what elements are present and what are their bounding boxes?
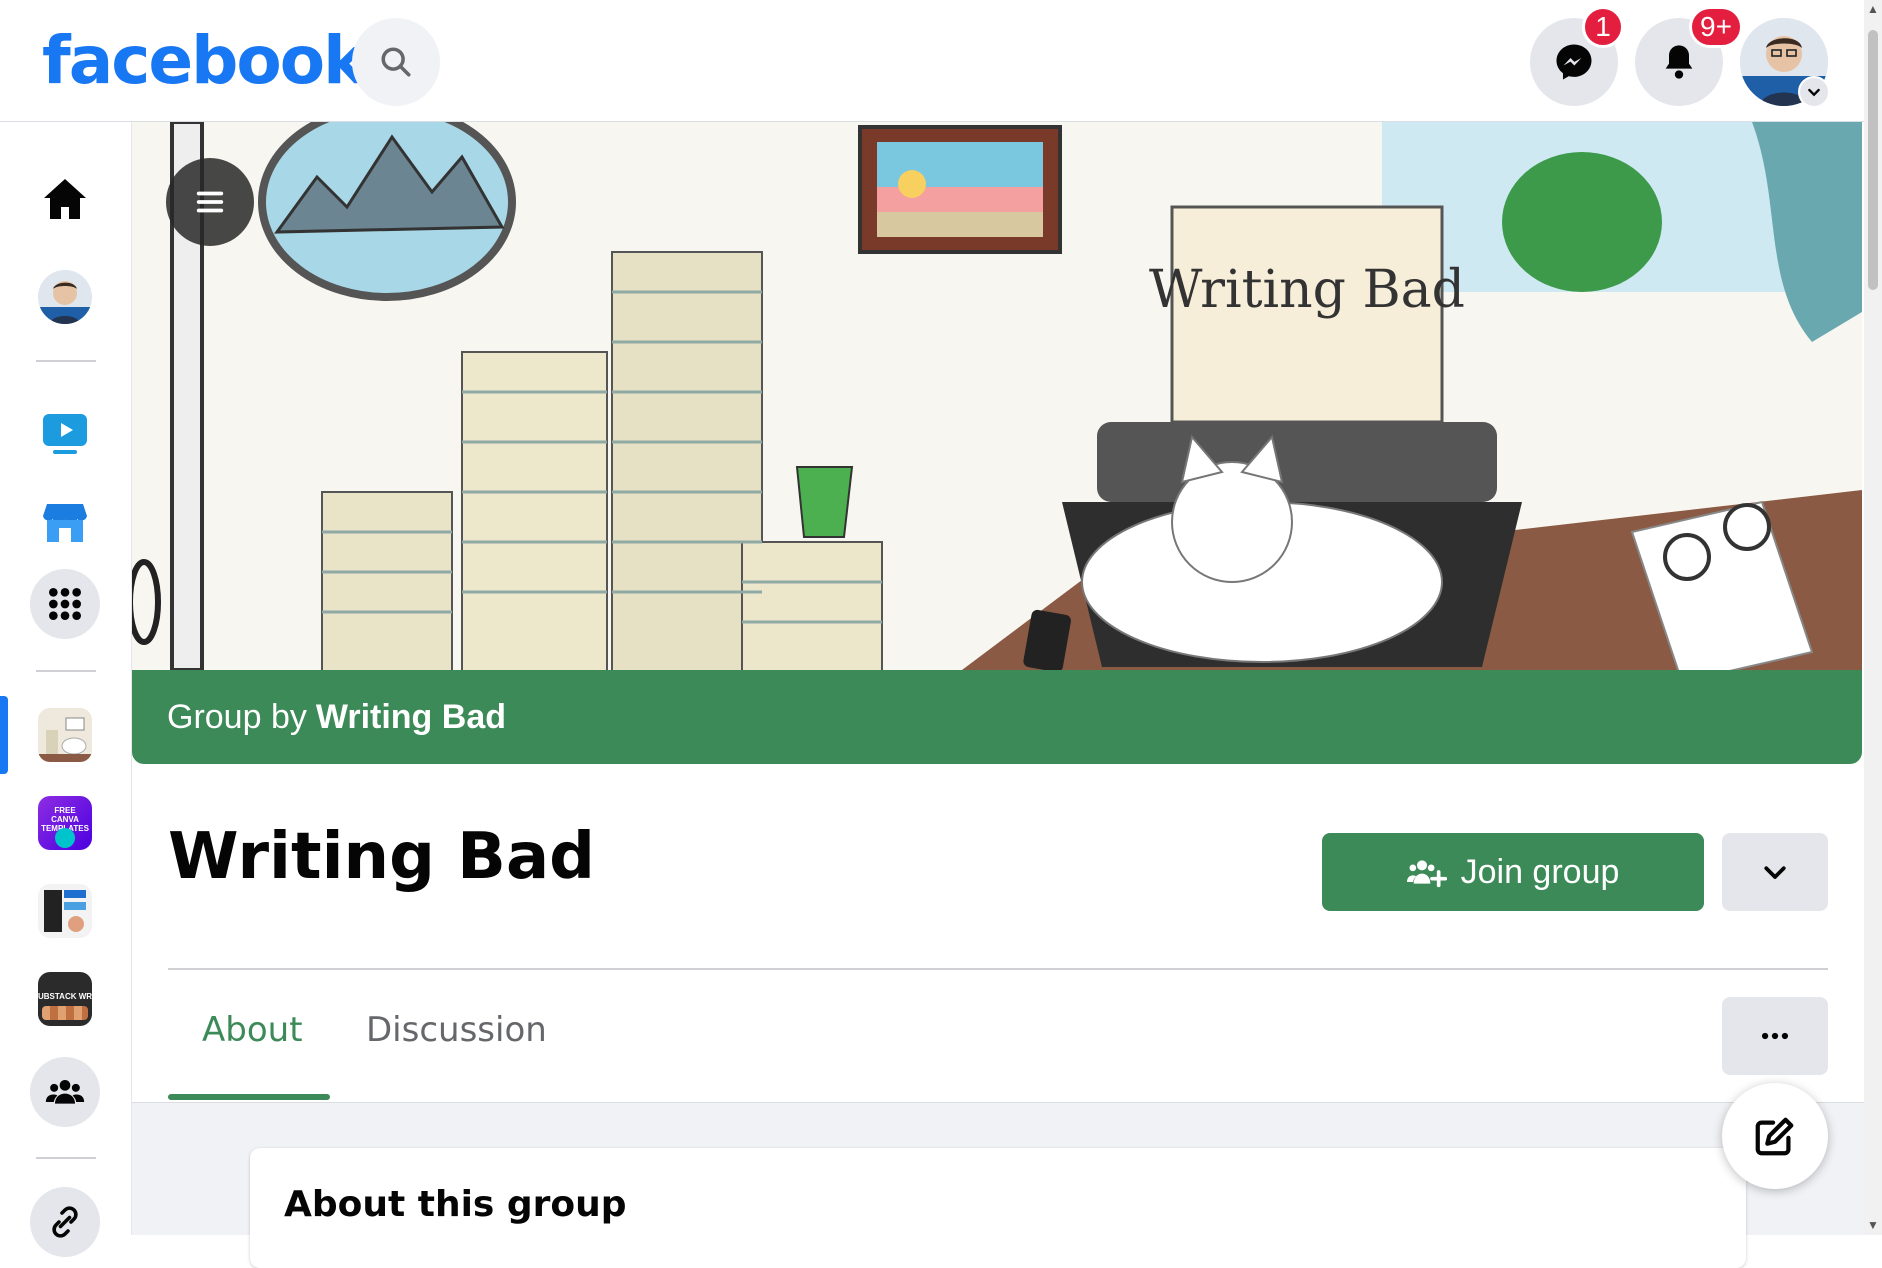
join-group-label: Join group (1460, 852, 1620, 891)
account-menu-caret[interactable] (1798, 76, 1830, 108)
sidebar-divider (36, 670, 96, 672)
sidebar-divider (36, 360, 96, 362)
group-thumbnail-substack: UBSTACK WRITE (38, 972, 92, 1026)
sidebar-item-watch[interactable] (30, 397, 100, 467)
new-message-button[interactable] (1722, 1083, 1828, 1189)
group-owner-banner: Group by Writing Bad (132, 670, 1862, 764)
notifications-badge: 9+ (1689, 6, 1743, 48)
messenger-badge: 1 (1582, 6, 1624, 48)
scroll-up-arrow[interactable]: ▲ (1867, 2, 1879, 16)
group-options-dropdown[interactable] (1722, 833, 1828, 911)
sidebar-item-group-writing-bad[interactable] (30, 700, 100, 770)
search-button[interactable] (352, 18, 440, 106)
bell-icon (1665, 45, 1693, 79)
page-title: Writing Bad (168, 820, 595, 894)
sidebar-item-group-substack[interactable]: UBSTACK WRITE (30, 964, 100, 1034)
active-tab-indicator (168, 1094, 330, 1100)
cover-menu-button[interactable] (166, 158, 254, 246)
group-thumbnail-canva: FREE CANVA TEMPLATES (38, 796, 92, 850)
sidebar-item-marketplace[interactable] (30, 487, 100, 557)
sidebar-item-group-3[interactable] (30, 876, 100, 946)
watch-icon (43, 414, 87, 454)
sidebar-item-groups[interactable] (30, 1057, 100, 1127)
substack-thumb-text: UBSTACK WRITE (38, 992, 92, 1001)
join-group-icon (1406, 860, 1447, 888)
join-group-button[interactable]: Join group (1322, 833, 1704, 911)
menu-grid-icon (49, 588, 81, 620)
notifications-button[interactable]: 9+ (1635, 6, 1743, 106)
sidebar-divider (36, 1157, 96, 1159)
top-navigation-bar: facebook 1 9+ (0, 0, 1864, 122)
scrollbar-thumb[interactable] (1868, 30, 1878, 290)
chevron-down-icon (1808, 88, 1820, 97)
group-thumbnail-3 (38, 884, 92, 938)
tab-about[interactable]: About (202, 1010, 303, 1050)
more-options-button[interactable] (1722, 997, 1828, 1075)
cover-illustration: Writing Bad (132, 122, 1862, 670)
about-card: About this group (250, 1148, 1746, 1268)
canva-circle (55, 828, 75, 848)
group-thumbnail-writing-bad (38, 708, 92, 762)
home-icon (44, 179, 86, 219)
group-by-prefix: Group by (167, 697, 307, 736)
sidebar-item-group-canva[interactable]: FREE CANVA TEMPLATES (30, 788, 100, 858)
chevron-down-icon (1764, 866, 1786, 879)
profile-avatar (38, 270, 92, 324)
substack-faces (42, 1006, 88, 1020)
facebook-logo[interactable]: facebook (42, 22, 367, 99)
compose-icon (1755, 1117, 1794, 1156)
search-icon (381, 47, 411, 77)
sidebar-item-all-menu[interactable] (30, 569, 100, 639)
messenger-button[interactable]: 1 (1530, 6, 1624, 106)
left-sidebar: FREE CANVA TEMPLATES UBSTACK WRITE (0, 122, 132, 1257)
sidebar-item-profile[interactable] (30, 262, 100, 332)
cover-sign-text: Writing Bad (1149, 260, 1465, 320)
tab-discussion[interactable]: Discussion (366, 1010, 547, 1050)
messenger-icon (1556, 44, 1592, 80)
section-divider (168, 968, 1828, 970)
more-dots-icon (1761, 1032, 1789, 1040)
group-owner-name[interactable]: Writing Bad (316, 698, 506, 737)
page-scrollbar[interactable]: ▲ ▼ (1864, 0, 1882, 1235)
groups-icon (45, 1080, 85, 1104)
cover-photo[interactable]: Writing Bad (132, 122, 1862, 670)
marketplace-icon (43, 504, 87, 542)
scroll-down-arrow[interactable]: ▼ (1867, 1218, 1879, 1232)
sidebar-item-home[interactable] (30, 164, 100, 234)
active-indicator (0, 696, 8, 774)
about-card-title: About this group (284, 1184, 627, 1225)
hamburger-icon (196, 191, 224, 213)
sidebar-item-link[interactable] (30, 1187, 100, 1257)
